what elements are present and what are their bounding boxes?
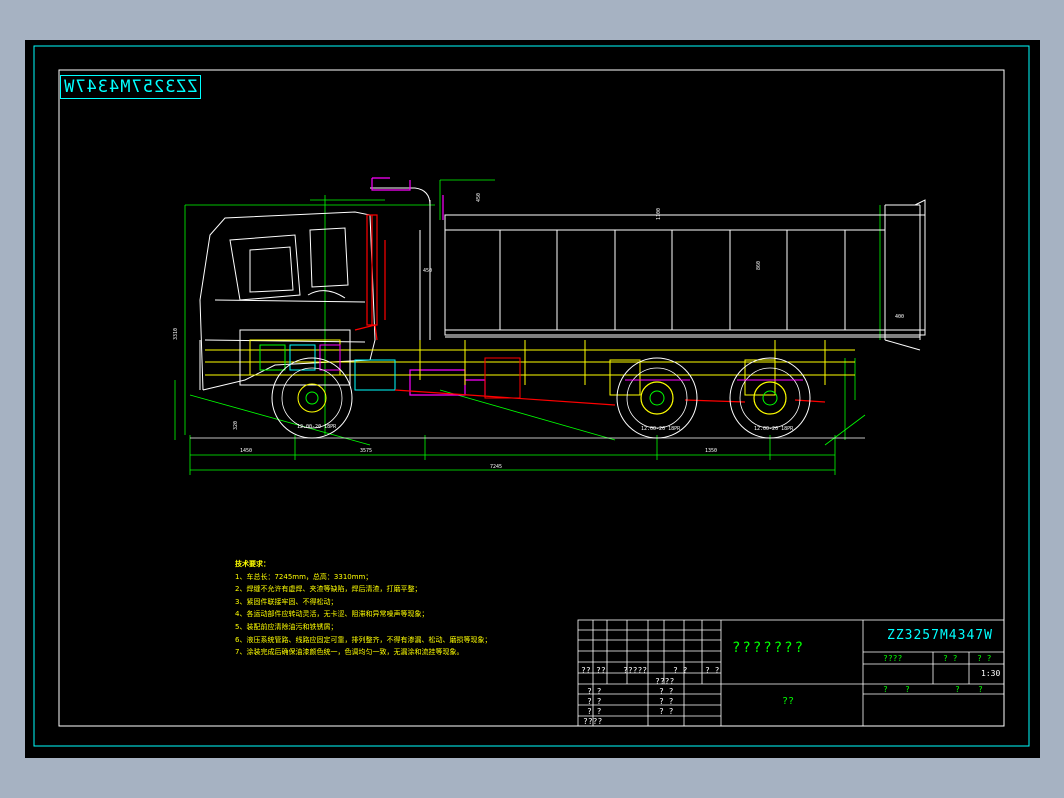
tb-cell: ?? — [596, 666, 606, 675]
tb-cell: ? ? — [705, 666, 720, 675]
note-line: 4、各运动部件应转动灵活，无卡涩、阻滞和异常噪声等现象； — [235, 610, 429, 619]
sheet-label-b: ? ? — [977, 654, 992, 663]
tb-cell: ? ? — [659, 687, 674, 696]
hydraulic-cylinder — [354, 214, 386, 341]
dim-approach: 320 — [233, 421, 239, 430]
tb-cell: ? ? — [587, 707, 602, 716]
tb-cell: ? ? — [659, 697, 674, 706]
drawing-canvas: 12.00-20 18PR 12.00-20 18PR 12.00-20 18P… — [33, 45, 1030, 747]
notes-title: 技术要求： — [235, 560, 270, 568]
tb-cell: ? ? — [587, 697, 602, 706]
tb-cell: ???? — [583, 717, 603, 726]
note-line: 2、焊缝不允许有虚焊、夹渣等缺陷，焊后清渣，打磨平整； — [235, 585, 422, 594]
scale-label: ???? — [883, 654, 903, 663]
chassis-frame — [205, 340, 855, 385]
dim-front-overhang: 1450 — [240, 448, 252, 454]
tb-cell: ? ? — [587, 687, 602, 696]
dim-overall-length: 7245 — [490, 464, 502, 470]
dim-rear: 400 — [895, 314, 904, 320]
note-line: 7、涂装完成后确保油漆颜色统一，色调均匀一致，无漏涂和流挂等现象。 — [235, 648, 464, 657]
tire-label-rear: 12.00-20 18PR — [754, 426, 794, 432]
tire-label-middle: 12.00-20 18PR — [641, 426, 681, 432]
scale-ratio: 1:30 — [981, 669, 1001, 678]
drawing-code: ZZ3257M4347W — [887, 628, 993, 643]
bottom-label: ? — [978, 685, 983, 694]
technical-notes: 技术要求： 1、车总长：7245mm，总高：3310mm； 2、焊缝不允许有虚焊… — [235, 558, 491, 659]
tb-cell: ???? — [655, 677, 675, 686]
note-line: 5、装配前应清除油污和铁锈屑； — [235, 622, 338, 631]
dim-wheelbase-2: 1350 — [705, 448, 717, 454]
company-name: ?? — [782, 696, 795, 707]
tb-cell: ? ? — [659, 707, 674, 716]
dimension-values: 1450 3575 1350 7245 3310 1100 860 450 45… — [173, 193, 904, 470]
tb-cell: ????? — [623, 666, 648, 675]
note-line: 1、车总长：7245mm，总高：3310mm； — [235, 572, 373, 581]
mirrored-drawing-code: ZZ3257M4347W — [60, 75, 201, 99]
tire-label-front: 12.00-20 18PR — [297, 424, 337, 430]
outer-frame — [33, 45, 1030, 747]
wheels — [271, 357, 811, 439]
dim-wheelbase-1: 3575 — [360, 448, 372, 454]
dim-box-inner: 860 — [756, 261, 762, 270]
note-line: 3、紧固件联接牢固、不得松动； — [235, 597, 338, 606]
bottom-label: ? — [883, 685, 888, 694]
cad-viewport[interactable]: 12.00-20 18PR 12.00-20 18PR 12.00-20 18P… — [25, 40, 1040, 758]
part-name: ??????? — [732, 640, 806, 656]
sheet-label-a: ? ? — [943, 654, 958, 663]
bottom-label: ? — [905, 685, 910, 694]
tb-cell: ?? — [581, 666, 591, 675]
cab — [199, 211, 376, 391]
bottom-label: ? — [955, 685, 960, 694]
dump-body — [370, 187, 926, 351]
dim-cab-height: 3310 — [173, 328, 179, 340]
dim-side: 450 — [423, 268, 432, 274]
dim-top-clear: 450 — [476, 193, 482, 202]
note-line: 6、液压系统管路、线路应固定可靠，排列整齐，不得有渗漏、松动、磨损等现象； — [235, 635, 492, 644]
dim-box-height: 1100 — [656, 208, 662, 220]
tb-cell: ? ? — [673, 666, 688, 675]
engine-block — [239, 329, 776, 399]
